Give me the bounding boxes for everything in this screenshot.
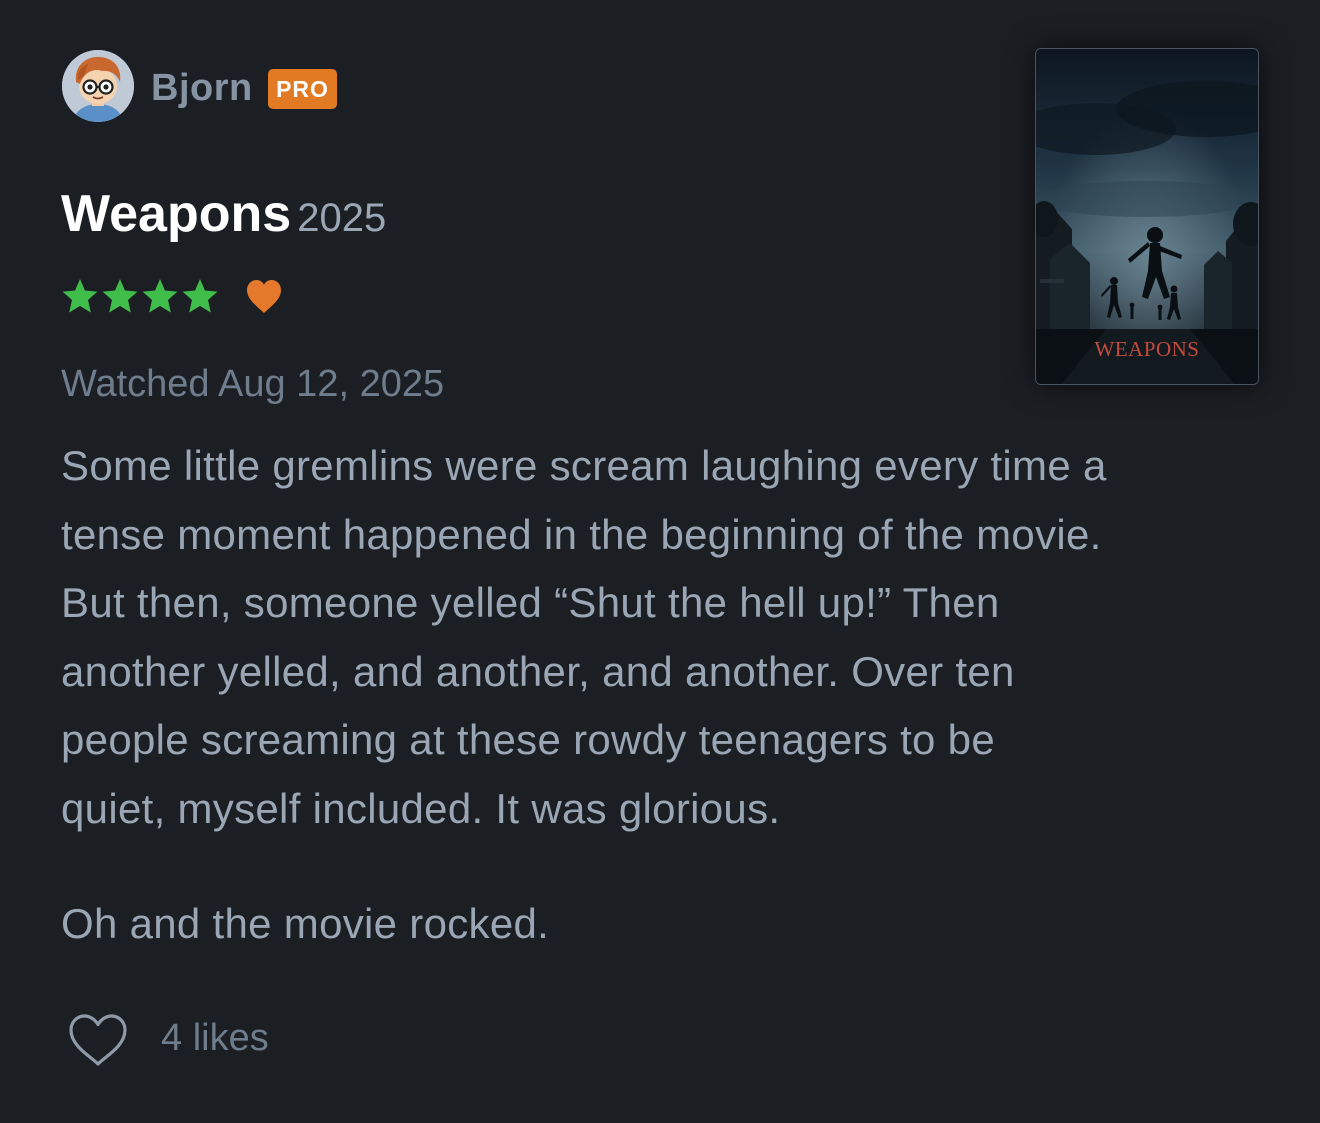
username[interactable]: Bjorn bbox=[151, 64, 253, 112]
review-body: Some little gremlins were scream laughin… bbox=[61, 432, 1291, 958]
star-icon bbox=[62, 279, 98, 313]
film-year[interactable]: 2025 bbox=[297, 196, 386, 240]
review-line: But then, someone yelled “Shut the hell … bbox=[61, 579, 1000, 627]
review-paragraph-2: Oh and the movie rocked. bbox=[61, 899, 550, 947]
likes-count[interactable]: 4 likes bbox=[161, 1013, 269, 1063]
watched-date: Watched Aug 12, 2025 bbox=[61, 363, 445, 405]
pro-badge: PRO bbox=[268, 69, 337, 109]
star-rating bbox=[60, 276, 220, 316]
avatar-illustration bbox=[62, 50, 134, 122]
film-title-row: Weapons 2025 bbox=[61, 182, 386, 259]
poster-title: WEAPONS bbox=[1094, 337, 1200, 361]
review-line: quiet, myself included. It was glorious. bbox=[61, 784, 781, 832]
review-line: tense moment happened in the beginning o… bbox=[61, 510, 1102, 558]
review-line: people screaming at these rowdy teenager… bbox=[61, 716, 995, 764]
review-line: Some little gremlins were scream laughin… bbox=[61, 442, 1107, 489]
star-icon bbox=[102, 279, 138, 313]
film-title[interactable]: Weapons bbox=[61, 185, 291, 243]
poster-artwork bbox=[1036, 49, 1258, 384]
review-line: another yelled, and another, and another… bbox=[61, 647, 1015, 695]
star-icon bbox=[182, 279, 218, 313]
film-poster[interactable]: WEAPONS bbox=[1035, 48, 1259, 385]
review-paragraph-1: Some little gremlins were scream laughin… bbox=[61, 432, 1291, 844]
avatar[interactable] bbox=[62, 50, 134, 122]
liked-heart-icon bbox=[247, 280, 281, 313]
star-icon bbox=[142, 279, 178, 313]
heart-outline-icon[interactable] bbox=[66, 1012, 130, 1068]
